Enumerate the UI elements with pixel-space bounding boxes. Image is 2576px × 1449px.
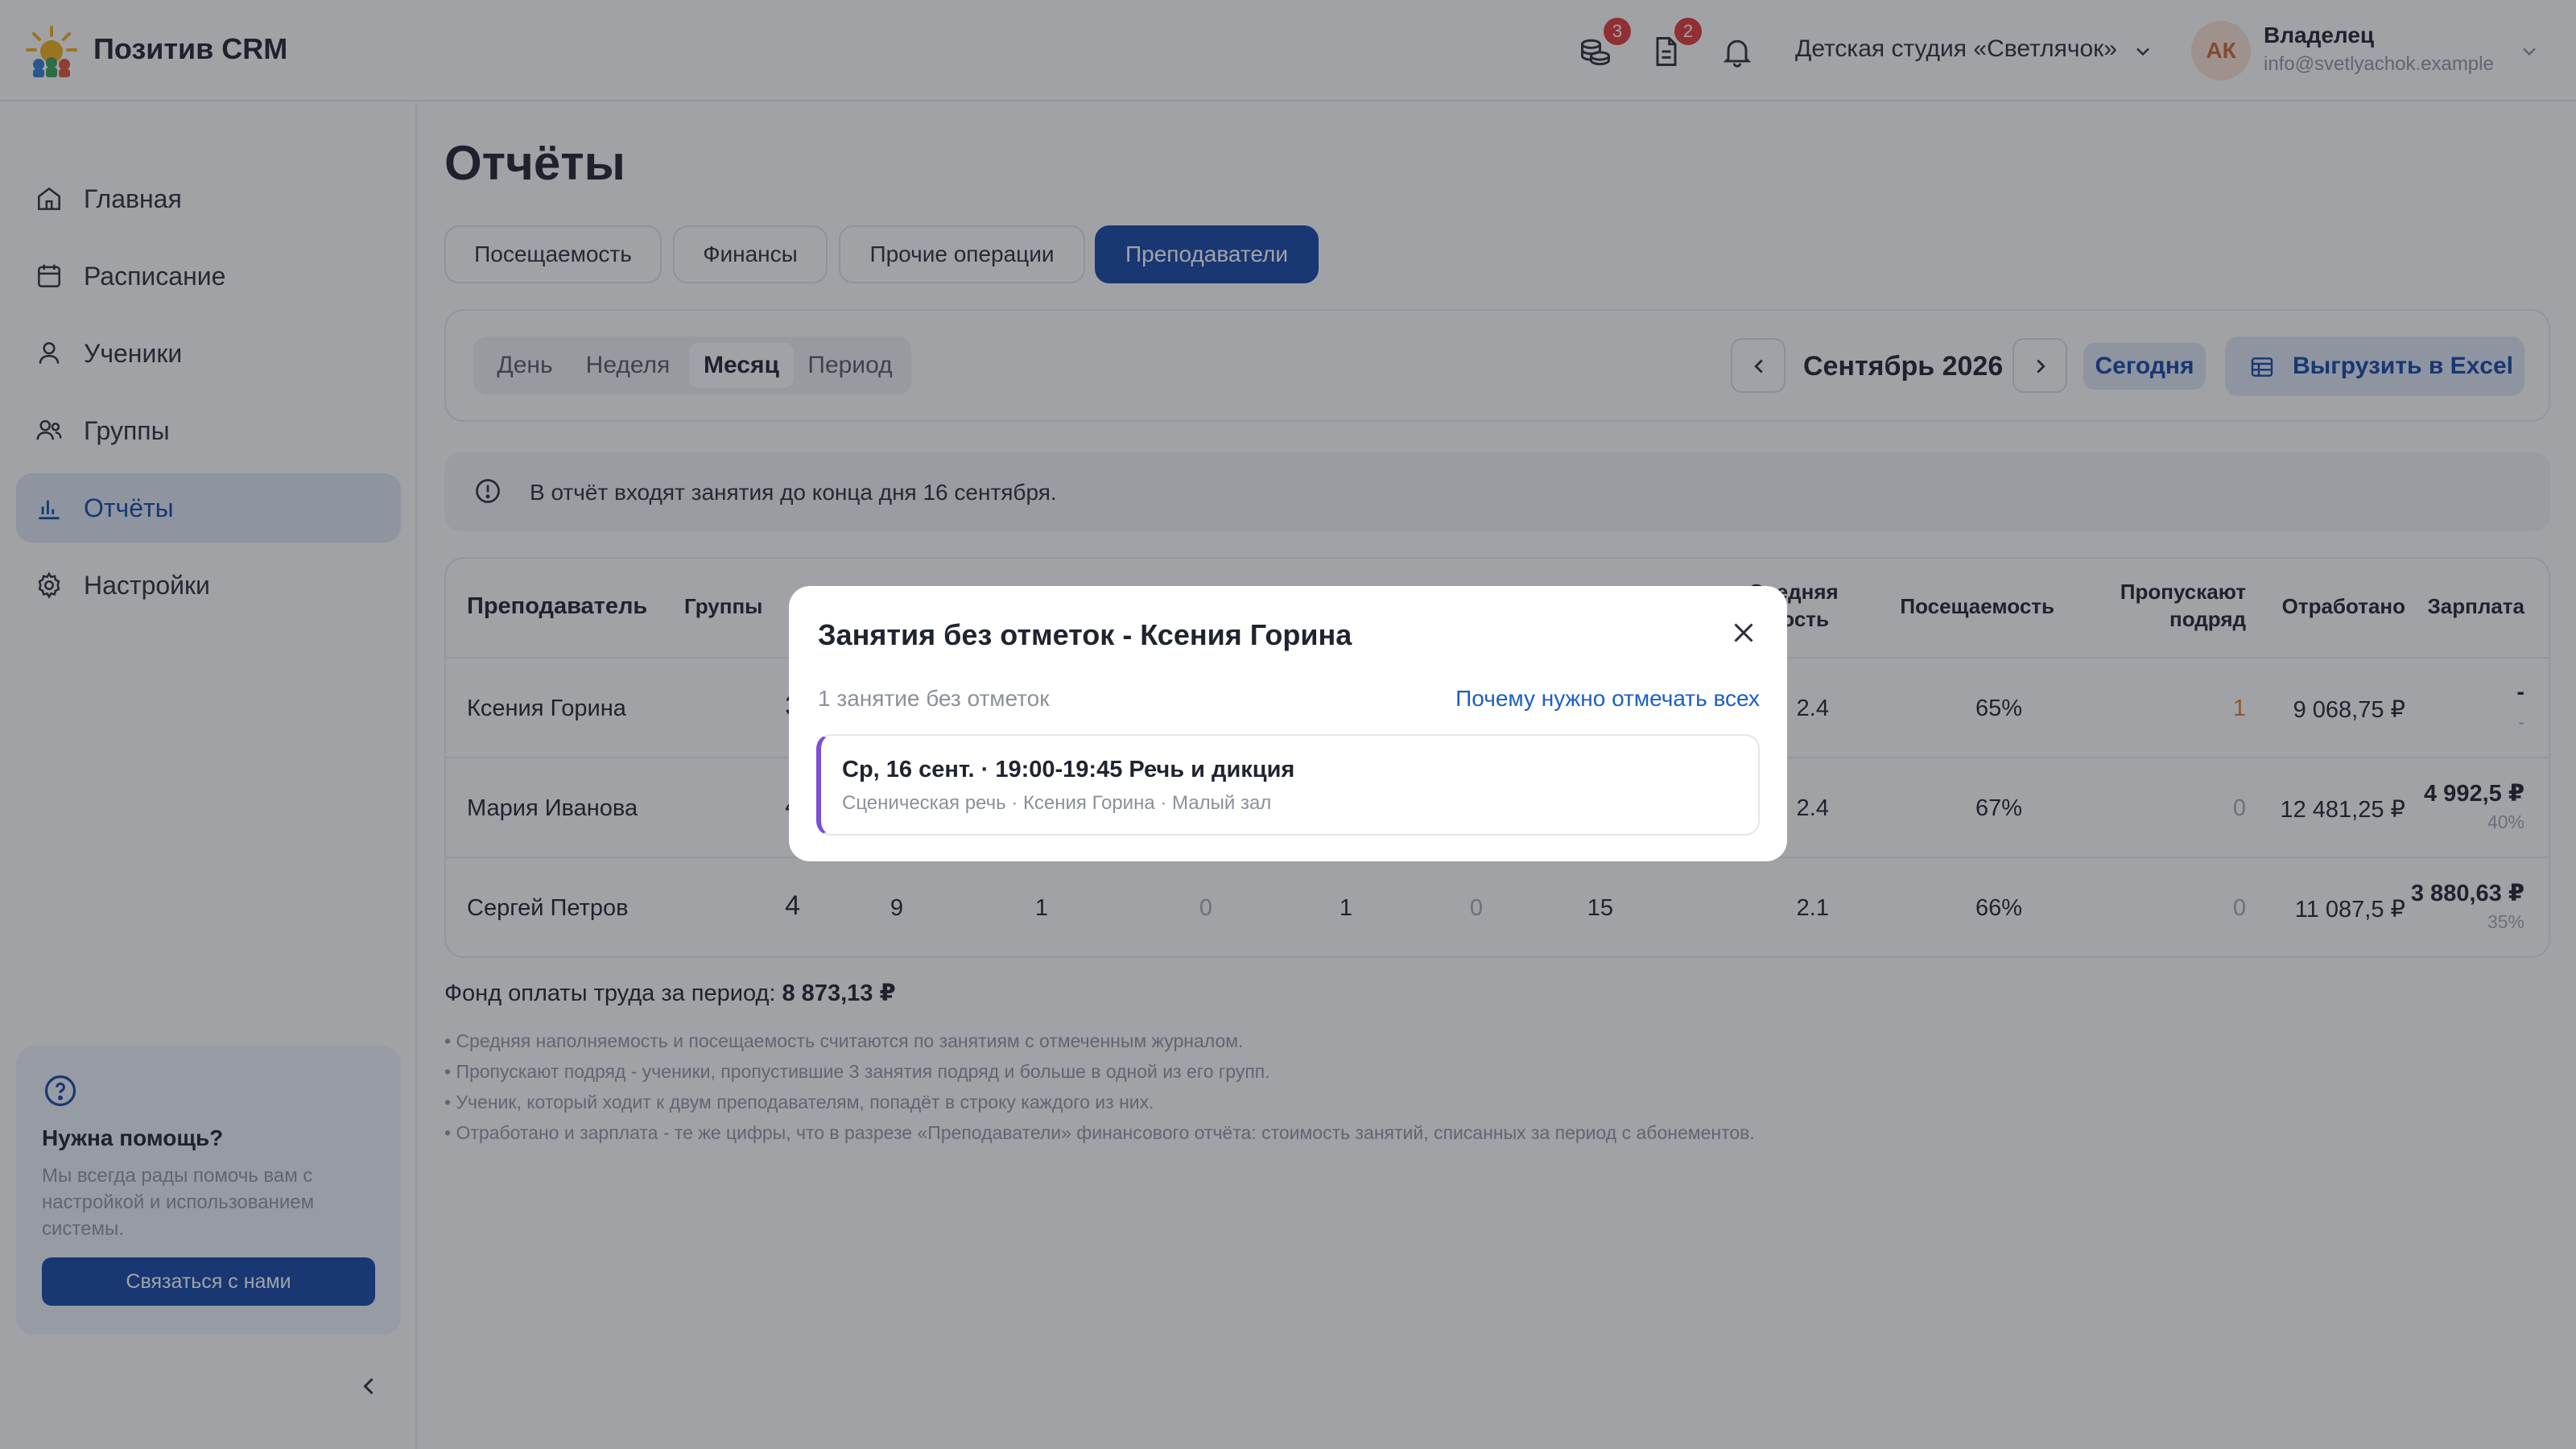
app-root: Позитив CRM 3 2 Детская студия «Светлячо… — [0, 0, 2576, 1449]
why-mark-all-link[interactable]: Почему нужно отмечать всех — [1455, 686, 1760, 712]
close-icon[interactable] — [1729, 618, 1758, 647]
unmarked-count: 1 занятие без отметок — [818, 686, 1050, 711]
unmarked-lessons-modal: Занятия без отметок - Ксения Горина 1 за… — [789, 586, 1787, 861]
lesson-card[interactable]: Ср, 16 сент. · 19:00-19:45 Речь и дикция… — [816, 734, 1760, 836]
lesson-title: Ср, 16 сент. · 19:00-19:45 Речь и дикция — [842, 757, 1295, 782]
modal-title: Занятия без отметок - Ксения Горина — [818, 618, 1352, 651]
lesson-subtitle: Сценическая речь · Ксения Горина · Малый… — [842, 792, 1272, 814]
